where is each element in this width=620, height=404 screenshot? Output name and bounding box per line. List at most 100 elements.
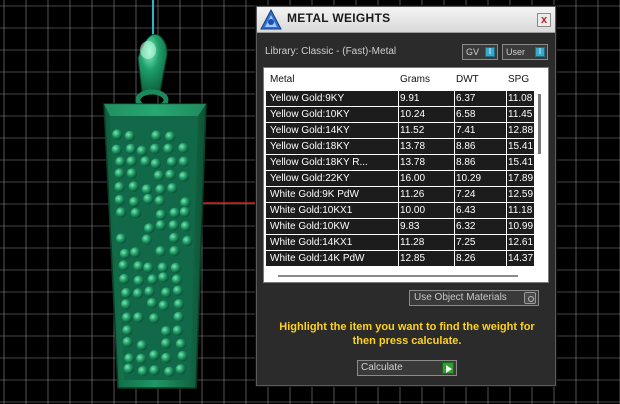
app-logo-icon (260, 9, 282, 30)
column-separator (506, 251, 507, 267)
dwt-cell: 6.58 (456, 109, 476, 120)
table-row[interactable]: Yellow Gold:9KY 9.91 6.37 11.08 (266, 91, 534, 107)
column-header-spg[interactable]: SPG (508, 74, 529, 85)
vertical-scrollbar[interactable] (536, 90, 544, 270)
dialog-title: METAL WEIGHTS (287, 11, 391, 25)
user-toggle-label: User (506, 47, 526, 57)
table-header: Metal Grams DWT SPG (264, 68, 534, 90)
grams-cell: 16.00 (400, 173, 426, 184)
metal-cell: Yellow Gold:18KY R... (270, 157, 368, 168)
metal-table: Metal Grams DWT SPG Yellow Gold:9KY 9.91 6… (263, 67, 549, 283)
table-body: Yellow Gold:9KY 9.91 6.37 11.08 Yellow Gold:… (266, 91, 534, 267)
column-separator (398, 91, 399, 107)
use-object-materials-label: Use Object Materials (414, 292, 507, 303)
play-arrow-icon (442, 362, 454, 374)
vertical-scroll-thumb[interactable] (538, 94, 541, 154)
spg-cell: 12.61 (508, 237, 534, 248)
column-separator (398, 187, 399, 203)
metal-cell: White Gold:14KX1 (270, 237, 353, 248)
table-row[interactable]: Yellow Gold:10KY 10.24 6.58 11.45 (266, 107, 534, 123)
metal-cell: White Gold:10KX1 (270, 205, 353, 216)
radio-indicator-icon (524, 292, 536, 304)
use-object-materials-button[interactable]: Use Object Materials (409, 290, 539, 306)
column-separator (454, 139, 455, 155)
metal-cell: Yellow Gold:10KY (270, 109, 350, 120)
spg-cell: 12.59 (508, 189, 534, 200)
dialog-titlebar[interactable]: METAL WEIGHTS x (257, 7, 555, 33)
grams-cell: 12.85 (400, 253, 426, 264)
spg-cell: 11.45 (508, 109, 533, 120)
column-separator (454, 155, 455, 171)
metal-cell: White Gold:10KW (270, 221, 350, 232)
grams-cell: 9.91 (400, 93, 420, 104)
dwt-cell: 8.86 (456, 141, 476, 152)
spg-cell: 14.37 (508, 253, 534, 264)
column-separator (398, 203, 399, 219)
metal-cell: Yellow Gold:9KY (270, 93, 345, 104)
column-separator (506, 171, 507, 187)
spg-cell: 10.99 (508, 221, 534, 232)
user-toggle[interactable]: User I (502, 44, 548, 60)
table-row[interactable]: White Gold:14KX1 11.28 7.25 12.61 (266, 235, 534, 251)
grams-cell: 11.26 (400, 189, 425, 200)
calculate-button[interactable]: Calculate (357, 360, 457, 376)
column-separator (454, 91, 455, 107)
dwt-cell: 7.24 (456, 189, 476, 200)
gv-toggle-switch: I (485, 47, 495, 57)
grams-cell: 9.83 (400, 221, 420, 232)
column-separator (398, 251, 399, 267)
table-row[interactable]: Yellow Gold:22KY 16.00 10.29 17.89 (266, 171, 534, 187)
dwt-cell: 6.43 (456, 205, 476, 216)
table-row[interactable]: Yellow Gold:18KY 13.78 8.86 15.41 (266, 139, 534, 155)
table-row[interactable]: Yellow Gold:18KY R... 13.78 8.86 15.41 (266, 155, 534, 171)
grams-cell: 11.28 (400, 237, 425, 248)
calculate-label: Calculate (361, 362, 403, 373)
column-separator (454, 203, 455, 219)
dwt-cell: 10.29 (456, 173, 482, 184)
grams-cell: 11.52 (400, 125, 425, 136)
table-row[interactable]: White Gold:14K PdW 12.85 8.26 14.37 (266, 251, 534, 267)
column-separator (454, 187, 455, 203)
column-separator (454, 251, 455, 267)
column-separator (454, 171, 455, 187)
dwt-cell: 7.41 (456, 125, 476, 136)
column-separator (454, 123, 455, 139)
spg-cell: 11.18 (508, 205, 533, 216)
column-separator (506, 235, 507, 251)
column-header-metal[interactable]: Metal (270, 74, 294, 85)
table-row[interactable]: Yellow Gold:14KY 11.52 7.41 12.88 (266, 123, 534, 139)
column-header-dwt[interactable]: DWT (456, 74, 479, 85)
horizontal-scrollbar[interactable] (278, 274, 518, 278)
column-separator (506, 187, 507, 203)
gv-toggle[interactable]: GV I (462, 44, 498, 60)
column-separator (506, 123, 507, 139)
library-label: Library: Classic - (Fast)-Metal (265, 46, 397, 57)
close-button[interactable]: x (537, 13, 551, 27)
column-separator (398, 235, 399, 251)
column-separator (506, 107, 507, 123)
column-separator (506, 155, 507, 171)
spg-cell: 15.41 (508, 157, 534, 168)
table-row[interactable]: White Gold:10KW 9.83 6.32 10.99 (266, 219, 534, 235)
column-separator (398, 155, 399, 171)
dwt-cell: 6.32 (456, 221, 476, 232)
table-row[interactable]: White Gold:9K PdW 11.26 7.24 12.59 (266, 187, 534, 203)
column-separator (506, 139, 507, 155)
horizontal-scroll-thumb[interactable] (278, 275, 518, 277)
column-separator (398, 171, 399, 187)
grams-cell: 10.24 (400, 109, 426, 120)
spg-cell: 12.88 (508, 125, 534, 136)
gv-toggle-label: GV (466, 47, 480, 57)
column-header-grams[interactable]: Grams (400, 74, 430, 85)
grams-cell: 13.78 (400, 157, 426, 168)
metal-weights-dialog: METAL WEIGHTS x Library: Classic - (Fast… (256, 6, 556, 386)
column-separator (454, 219, 455, 235)
grams-cell: 10.00 (400, 205, 426, 216)
column-separator (506, 219, 507, 235)
column-separator (398, 139, 399, 155)
spg-cell: 15.41 (508, 141, 534, 152)
dwt-cell: 7.25 (456, 237, 476, 248)
table-row[interactable]: White Gold:10KX1 10.00 6.43 11.18 (266, 203, 534, 219)
column-separator (398, 219, 399, 235)
user-toggle-switch: I (535, 47, 545, 57)
